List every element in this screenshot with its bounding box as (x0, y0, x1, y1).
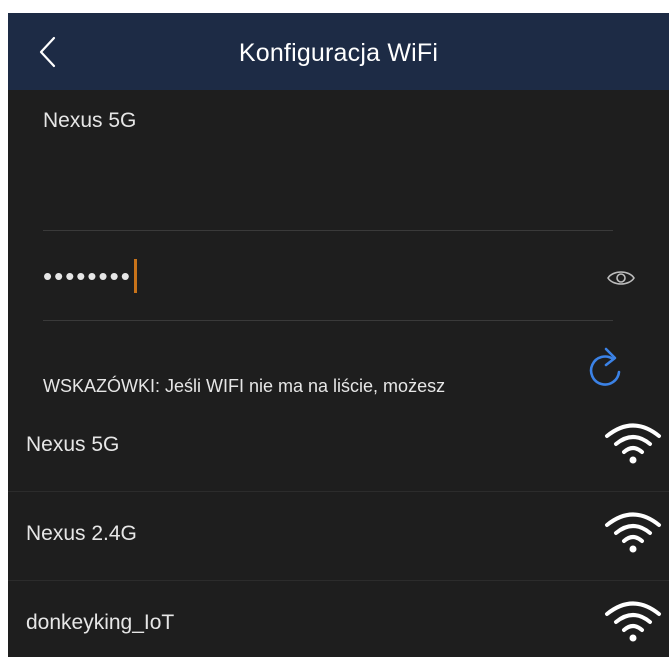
text-caret (133, 259, 137, 293)
password-mask: •••••••• (43, 261, 132, 291)
wifi-full-icon (605, 512, 661, 553)
network-row[interactable]: Nexus 2.4G (8, 492, 669, 581)
network-name: Nexus 5G (26, 433, 120, 456)
ssid-field[interactable]: Nexus 5G (43, 101, 613, 141)
ssid-divider (43, 230, 613, 231)
network-name: donkeyking_IoT (26, 611, 175, 634)
network-row[interactable]: donkeyking_IoT (8, 581, 669, 657)
tip-text: WSKAZÓWKI: Jeśli WIFI nie ma na liście, … (43, 376, 446, 396)
app-header: Konfiguracja WiFi (8, 13, 669, 90)
password-field[interactable]: •••••••• (43, 256, 563, 296)
refresh-icon[interactable] (586, 346, 626, 390)
wifi-config-screen: Konfiguracja WiFi Nexus 5G •••••••• WSKA… (8, 13, 669, 657)
eye-icon[interactable] (606, 267, 636, 289)
page-title: Konfiguracja WiFi (238, 39, 439, 67)
network-row[interactable]: Nexus 5G (8, 403, 669, 492)
network-name: Nexus 2.4G (26, 522, 137, 545)
password-divider (43, 320, 613, 321)
wifi-full-icon (605, 601, 661, 642)
wifi-full-icon (605, 423, 661, 464)
